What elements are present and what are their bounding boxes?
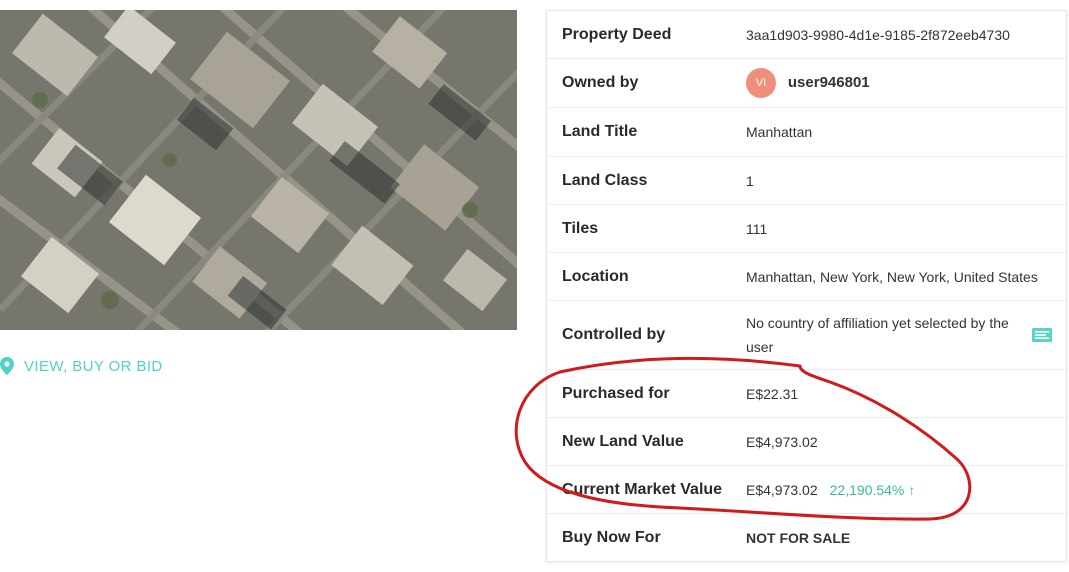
map-pin-icon — [0, 357, 14, 375]
row-label: Property Deed — [562, 25, 672, 43]
tiles-value: 111 — [746, 220, 768, 237]
deed-row-land-class: Land Class 1 — [547, 157, 1066, 205]
deed-id-value: 3aa1d903-9980-4d1e-9185-2f872eeb4730 — [746, 26, 1010, 43]
purchased-for-value: E$22.31 — [746, 385, 799, 402]
land-title-value: Manhattan — [746, 124, 813, 140]
property-deed-card: Property Deed 3aa1d903-9980-4d1e-9185-2f… — [546, 10, 1067, 562]
deed-row-property-deed: Property Deed 3aa1d903-9980-4d1e-9185-2f… — [547, 11, 1066, 59]
deed-row-current-market-value: Current Market Value E$4,973.02 22,190.54… — [547, 466, 1066, 514]
buy-now-value: NOT FOR SALE — [746, 529, 851, 546]
row-label: Purchased for — [562, 384, 670, 402]
deed-row-new-land-value: New Land Value E$4,973.02 — [547, 418, 1066, 466]
value-change-percent: 22,190.54% — [829, 481, 905, 498]
land-class-value: 1 — [746, 172, 754, 189]
view-buy-bid-label: VIEW, BUY OR BID — [24, 357, 163, 375]
row-label: New Land Value — [562, 432, 684, 450]
row-label: Land Title — [562, 123, 638, 140]
deed-row-owned-by: Owned by VI user946801 — [547, 59, 1066, 108]
owner-username-link[interactable]: user946801 — [788, 74, 870, 91]
row-label: Land Class — [562, 171, 648, 189]
controlled-by-value: No country of affiliation yet selected b… — [746, 315, 1009, 355]
property-page: VIEW, BUY OR BID Property Deed 3aa1d903-… — [0, 0, 1069, 572]
arrow-up-icon: ↑ — [908, 481, 916, 498]
deed-row-location: Location Manhattan, New York, New York, … — [547, 253, 1066, 301]
satellite-map-image[interactable] — [0, 10, 517, 330]
view-buy-bid-link[interactable]: VIEW, BUY OR BID — [0, 357, 163, 375]
row-label: Location — [562, 267, 629, 285]
avatar[interactable]: VI — [746, 68, 776, 98]
owner-value: VI user946801 — [746, 68, 1052, 98]
deed-row-buy-now-for: Buy Now For NOT FOR SALE — [547, 514, 1066, 561]
location-value: Manhattan, New York, New York, United St… — [746, 268, 1038, 285]
row-label: Owned by — [562, 74, 639, 91]
market-value: E$4,973.02 22,190.54% ↑ — [746, 478, 1052, 502]
row-label: Current Market Value — [562, 480, 723, 498]
row-label: Controlled by — [562, 326, 666, 343]
new-land-value: E$4,973.02 — [746, 433, 818, 450]
deed-row-controlled-by: Controlled by No country of affiliation … — [547, 301, 1066, 370]
row-label: Buy Now For — [562, 528, 661, 546]
deed-row-tiles: Tiles 111 — [547, 205, 1066, 253]
flag-icon[interactable] — [1032, 328, 1052, 342]
market-value-amount: E$4,973.02 — [746, 481, 818, 498]
deed-row-purchased-for: Purchased for E$22.31 — [547, 370, 1066, 418]
row-label: Tiles — [562, 219, 599, 237]
deed-row-land-title: Land Title Manhattan — [547, 108, 1066, 157]
